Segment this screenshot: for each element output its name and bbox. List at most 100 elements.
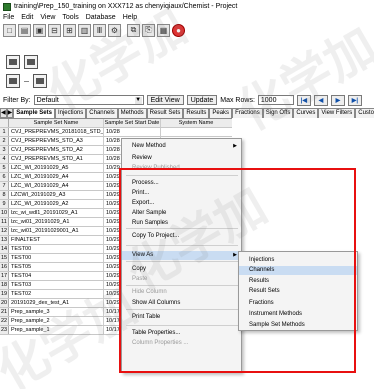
edit-view-button[interactable]: Edit View [146, 95, 184, 105]
context-menu-item-print-table[interactable]: Print Table [122, 313, 241, 322]
row-number: 7 [0, 182, 9, 190]
menu-separator [126, 325, 238, 326]
tab-result-sets[interactable]: Result Sets [146, 108, 184, 118]
menu-separator [126, 175, 238, 176]
submenu-item-injections[interactable]: Injections [239, 256, 357, 265]
submenu-item-sample-set-methods[interactable]: Sample Set Methods [239, 321, 357, 330]
process-icon[interactable]: ⚙ [108, 23, 121, 37]
sample-set-name-cell: lzc_wi_wdl1_20191029_A1 [9, 209, 104, 217]
context-menu-item-view-as[interactable]: View As ▶ [122, 251, 241, 260]
col-system-name[interactable]: System Name [161, 119, 231, 127]
filter-select[interactable]: Default ▼ [33, 95, 144, 105]
grid-view-icon[interactable] [6, 55, 20, 69]
tab-scroll-right-icon[interactable]: ▶ [6, 108, 14, 118]
filter-value: Default [36, 96, 59, 104]
tab-peaks[interactable]: Peaks [209, 108, 233, 118]
tab-custom-fields[interactable]: Custom Fields [355, 108, 374, 118]
menu-view[interactable]: View [40, 14, 55, 21]
save-icon[interactable]: ▣ [33, 23, 46, 37]
tab-channels[interactable]: Channels [86, 108, 118, 118]
sample-set-name-cell: FINALTEST [9, 236, 104, 244]
sample-set-name-cell: CVJ_PREPREVMS_20181018_STD_P1 [11, 128, 104, 136]
context-menu-item-paste[interactable]: Paste [122, 275, 241, 284]
submenu-item-fractions[interactable]: Fractions [239, 299, 357, 308]
submenu-item-results[interactable]: Results [239, 277, 357, 286]
menu-help[interactable]: Help [123, 14, 137, 21]
sample-icon[interactable]: ⊟ [48, 23, 61, 37]
row-number: 16 [0, 263, 9, 271]
context-menu-item-export[interactable]: Export... [122, 199, 241, 208]
context-menu-item-copy[interactable]: Copy [122, 265, 241, 274]
sample-set-name-cell: LZC_WI_20191029_A4 [9, 173, 104, 181]
col-sample-set-name[interactable]: Sample Set Name [9, 119, 104, 127]
open-icon[interactable]: ▤ [18, 23, 31, 37]
max-rows-label: Max Rows: [220, 96, 255, 104]
context-menu-item-table-properties[interactable]: Table Properties... [122, 329, 241, 338]
tab-sample-sets[interactable]: Sample Sets [13, 108, 55, 118]
next-page-icon[interactable]: ▶ [330, 94, 345, 106]
tab-view-filters[interactable]: View Filters [318, 108, 356, 118]
menu-bar: File Edit View Tools Database Help [0, 12, 374, 22]
tab-injections[interactable]: Injections [54, 108, 87, 118]
context-menu-item-review-published[interactable]: Review Published [122, 164, 241, 173]
context-menu-item-copy-to-project[interactable]: Copy To Project... [122, 232, 241, 241]
max-rows-input[interactable]: 1000 [257, 95, 294, 105]
folder-view-icon[interactable] [6, 74, 20, 88]
tab-sign-offs[interactable]: Sign Offs [262, 108, 294, 118]
menu-file[interactable]: File [3, 14, 14, 21]
paste-icon[interactable]: ⎘ [142, 23, 155, 37]
last-page-icon[interactable]: ▶| [347, 94, 362, 106]
method-icon[interactable]: ⊞ [63, 23, 76, 37]
context-menu: New Method ▶ Review Review Published Process… [121, 138, 242, 373]
sample-set-name-cell: lzc_wi01_20191029001_A1 [9, 227, 104, 235]
layout-icon[interactable]: ▦ [157, 23, 170, 37]
context-menu-item-column-properties[interactable]: Column Properties ... [122, 339, 241, 348]
update-button[interactable]: Update [186, 95, 218, 105]
tab-results[interactable]: Results [183, 108, 210, 118]
stop-icon[interactable]: ● [172, 23, 185, 37]
tab-methods[interactable]: Methods [117, 108, 147, 118]
sample-set-name-cell: Prep_sample_1 [9, 326, 104, 334]
table-header: Sample Set Name Sample Set Start Date Sy… [0, 119, 232, 128]
copy-icon[interactable]: ⧉ [127, 23, 140, 37]
row-number: 11 [0, 218, 9, 226]
row-number: 22 [0, 317, 9, 325]
tree-view-icon[interactable] [33, 74, 47, 88]
row-number: 8 [0, 191, 9, 199]
tab-strip: ◀ ▶ Sample Sets Injections Channels Meth… [0, 108, 374, 118]
new-icon[interactable]: □ [3, 23, 16, 37]
context-menu-item-show-all-columns[interactable]: Show All Columns [122, 299, 241, 308]
tab-scroll-left-icon[interactable]: ◀ [0, 108, 7, 118]
row-number: 12 [0, 227, 9, 235]
col-start-date[interactable]: Sample Set Start Date [104, 119, 161, 127]
prev-page-icon[interactable]: ◀ [313, 94, 328, 106]
sample-set-name-cell: TEST02 [9, 290, 104, 298]
context-menu-item-process[interactable]: Process... [122, 179, 241, 188]
context-menu-item-new-method[interactable]: New Method ▶ [122, 142, 241, 151]
context-menu-item-run-samples[interactable]: Run Samples [122, 219, 241, 228]
menu-database[interactable]: Database [86, 14, 116, 21]
menu-edit[interactable]: Edit [21, 14, 33, 21]
bars-icon[interactable]: Ⅲ [93, 23, 106, 37]
chart-icon[interactable]: ▥ [78, 23, 91, 37]
context-menu-item-print[interactable]: Print... [122, 189, 241, 198]
context-menu-label: Hide Column [132, 289, 167, 295]
sample-set-name-cell: TEST03 [9, 281, 104, 289]
submenu-item-channels[interactable]: Channels [239, 266, 357, 275]
tab-fractions[interactable]: Fractions [232, 108, 263, 118]
context-menu-item-hide-column[interactable]: Hide Column [122, 288, 241, 297]
filter-label: Filter By: [3, 96, 31, 104]
table-row[interactable]: 1 CVJ_PREPREVMS_20181018_STD_P1 10/28 [0, 128, 232, 137]
submenu-item-instrument-methods[interactable]: Instrument Methods [239, 310, 357, 319]
menu-tools[interactable]: Tools [62, 14, 78, 21]
context-menu-label: Print... [132, 190, 150, 196]
chevron-down-icon: ▼ [134, 97, 142, 104]
first-page-icon[interactable]: |◀ [296, 94, 311, 106]
view-as-submenu: Injections Channels Results Result Sets Frac… [238, 251, 358, 331]
tab-curves[interactable]: Curves [293, 108, 319, 118]
detail-view-icon[interactable] [24, 55, 38, 69]
context-menu-item-review[interactable]: Review [122, 154, 241, 163]
submenu-arrow-icon: ▶ [233, 252, 237, 258]
context-menu-item-alter-sample[interactable]: Alter Sample [122, 209, 241, 218]
submenu-item-result-sets[interactable]: Result Sets [239, 287, 357, 296]
